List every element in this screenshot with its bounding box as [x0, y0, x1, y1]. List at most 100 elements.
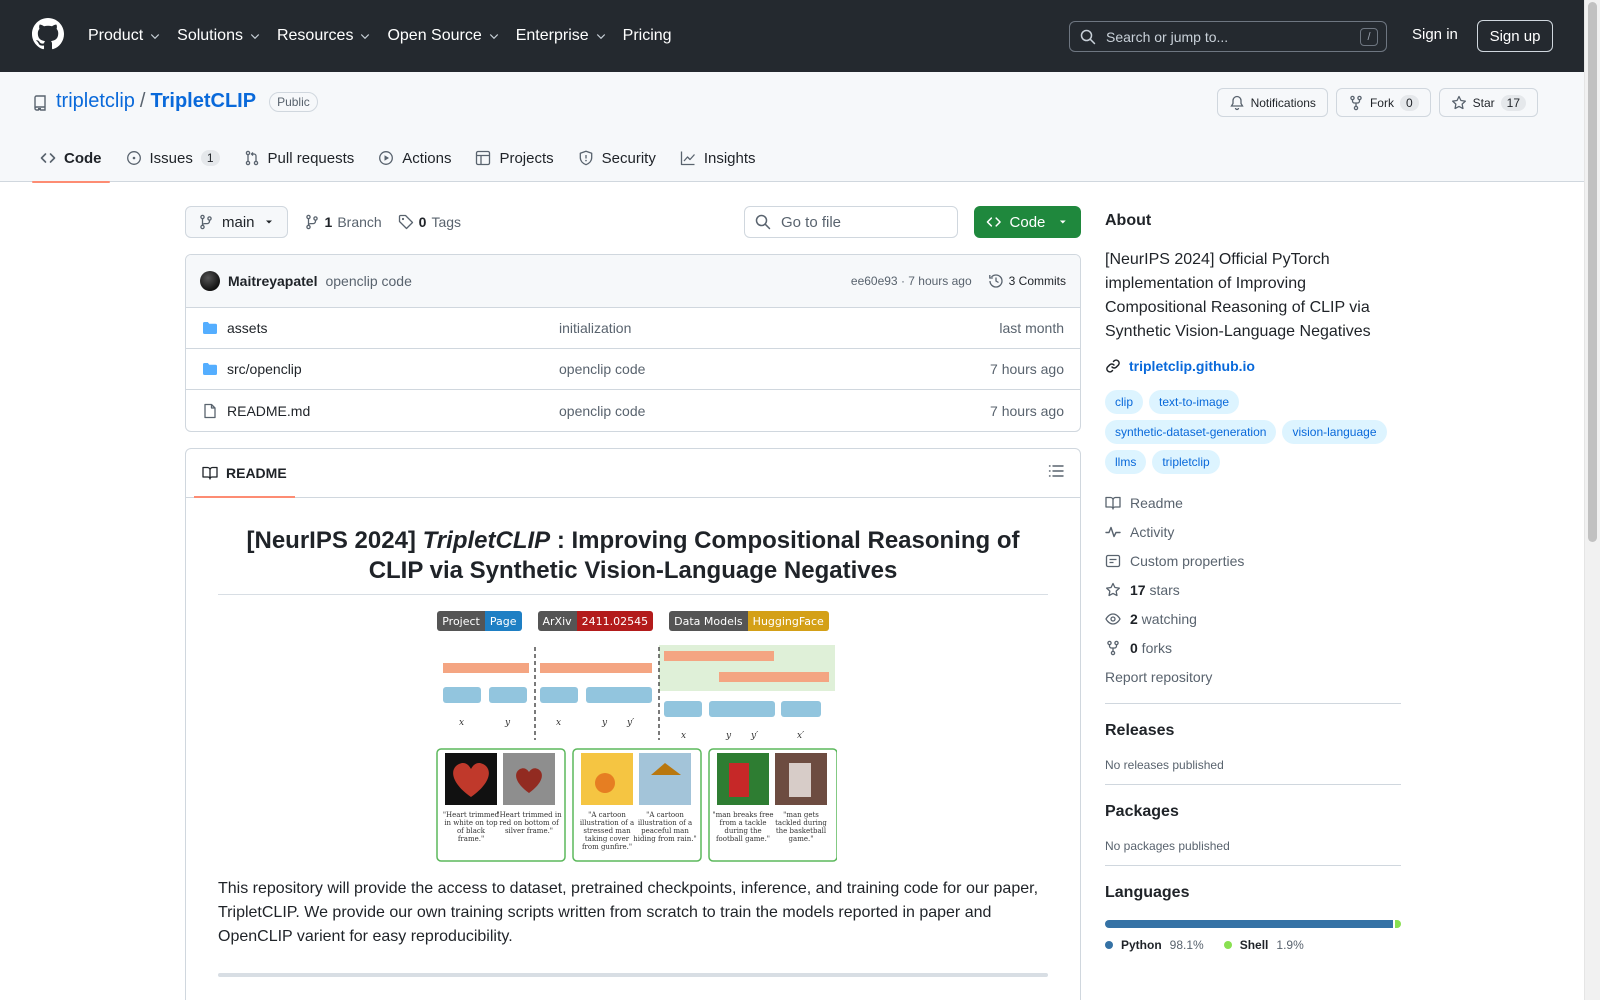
- packages-empty: No packages published: [1105, 839, 1230, 853]
- top-nav-label: Open Source: [387, 27, 482, 44]
- languages-section: Languages Python 98.1% Shell 1.9%: [1105, 865, 1401, 952]
- readme-tab[interactable]: README: [194, 449, 295, 498]
- about-links: Readme Activity Custom properties 17 stars 2…: [1105, 488, 1401, 662]
- tags-link[interactable]: 0 Tags: [398, 214, 461, 230]
- releases-section: Releases No releases published: [1105, 703, 1401, 772]
- tab-label: Actions: [402, 149, 452, 167]
- note-icon: [1105, 554, 1121, 567]
- about-link-eye[interactable]: 2 watching: [1105, 604, 1401, 633]
- languages-legend: Python 98.1% Shell 1.9%: [1105, 938, 1401, 952]
- commit-message[interactable]: openclip code: [325, 273, 411, 289]
- fork-icon: [1350, 95, 1362, 110]
- file-name-link[interactable]: assets: [227, 320, 559, 336]
- about-link-fork[interactable]: 0 forks: [1105, 633, 1401, 662]
- tab-code[interactable]: Code: [32, 134, 110, 183]
- tab-insights[interactable]: Insights: [672, 134, 764, 182]
- top-nav-item-resources[interactable]: Resources: [277, 20, 381, 52]
- scrollbar-thumb[interactable]: [1588, 2, 1597, 542]
- packages-heading[interactable]: Packages: [1105, 803, 1179, 820]
- search-input[interactable]: Search or jump to... /: [1069, 21, 1387, 52]
- readme-badge[interactable]: Project Page: [437, 611, 522, 631]
- repo-actions: Notifications Fork 0 Star 17: [1216, 88, 1538, 117]
- about-link-text: 17 stars: [1130, 582, 1180, 598]
- tab-issues[interactable]: Issues 1: [118, 134, 228, 182]
- link-icon: [1106, 359, 1120, 373]
- top-nav-item-open-source[interactable]: Open Source: [387, 20, 509, 52]
- bell-icon: [1229, 95, 1244, 110]
- about-link-book[interactable]: Readme: [1105, 488, 1401, 517]
- tab-projects[interactable]: Projects: [467, 134, 561, 182]
- about-link-note[interactable]: Custom properties: [1105, 546, 1401, 575]
- about-link-pulse[interactable]: Activity: [1105, 517, 1401, 546]
- homepage-link[interactable]: tripletclip.github.io: [1105, 358, 1401, 374]
- commits-history-link[interactable]: 3 Commits: [988, 273, 1066, 289]
- svg-text:the basketball: the basketball: [776, 827, 827, 835]
- branch-selector[interactable]: main: [185, 206, 288, 238]
- code-dropdown-button[interactable]: Code: [974, 206, 1081, 238]
- tab-actions[interactable]: Actions: [370, 134, 459, 182]
- languages-heading: Languages: [1105, 884, 1190, 901]
- svg-text:x: x: [459, 718, 464, 728]
- report-repository-link[interactable]: Report repository: [1105, 662, 1401, 691]
- sign-up-button[interactable]: Sign up: [1477, 20, 1553, 52]
- svg-text:"man gets: "man gets: [783, 811, 819, 819]
- about-link-label: Custom properties: [1130, 552, 1245, 569]
- topic-tag[interactable]: text-to-image: [1149, 390, 1240, 414]
- readme-badge[interactable]: ArXiv 2411.02545: [537, 611, 654, 631]
- list-icon[interactable]: [1048, 463, 1064, 479]
- file-name-link[interactable]: README.md: [227, 403, 559, 419]
- readme-title-prefix: [NeurIPS 2024]: [246, 527, 423, 554]
- top-nav-item-enterprise[interactable]: Enterprise: [516, 20, 617, 52]
- page-scrollbar[interactable]: [1584, 0, 1600, 1000]
- notifications-button[interactable]: Notifications: [1216, 88, 1328, 117]
- language-dot: [1223, 941, 1232, 949]
- language-item[interactable]: Python 98.1%: [1105, 938, 1204, 952]
- top-nav-item-pricing[interactable]: Pricing: [623, 20, 682, 52]
- file-commit-message[interactable]: openclip code: [559, 361, 990, 377]
- file-commit-message[interactable]: initialization: [559, 320, 999, 336]
- releases-heading[interactable]: Releases: [1105, 722, 1174, 739]
- caret-down-icon: [1060, 220, 1067, 224]
- topic-tag[interactable]: synthetic-dataset-generation: [1105, 420, 1277, 444]
- file-commit-age: 7 hours ago: [990, 361, 1064, 377]
- svg-text:"A cartoon: "A cartoon: [646, 811, 684, 819]
- topic-tag[interactable]: vision-language: [1282, 420, 1387, 444]
- top-nav-item-solutions[interactable]: Solutions: [177, 20, 271, 52]
- shield-icon: [579, 150, 593, 166]
- readme-tab-label: README: [226, 465, 287, 481]
- file-commit-message[interactable]: openclip code: [559, 403, 990, 419]
- star-button[interactable]: Star 17: [1438, 88, 1538, 117]
- readme-badge[interactable]: Data Models HuggingFace: [669, 611, 829, 631]
- packages-section: Packages No packages published: [1105, 784, 1401, 853]
- method-figure: xy x y y′ x y y′ x′ "Heart trimmed in wh…: [429, 645, 837, 865]
- tab-pull-requests[interactable]: Pull requests: [236, 134, 363, 182]
- commit-hash-time[interactable]: ee60e93 · 7 hours ago: [851, 274, 972, 288]
- file-name-link[interactable]: src/openclip: [227, 361, 559, 377]
- topic-tag[interactable]: llms: [1105, 450, 1147, 474]
- fork-button[interactable]: Fork 0: [1335, 88, 1431, 117]
- search-icon: [755, 214, 771, 230]
- branches-link[interactable]: 1 Branch: [304, 214, 382, 230]
- sign-in-link[interactable]: Sign in: [1412, 26, 1458, 43]
- repo-name-link[interactable]: TripletCLIP: [150, 90, 256, 113]
- badge-right-label: 2411.02545: [576, 611, 654, 631]
- commit-author[interactable]: Maitreyapatel: [228, 273, 317, 289]
- chevron-down-icon: [489, 34, 498, 40]
- topics-list: clip text-to-image synthetic-dataset-gener…: [1105, 390, 1401, 474]
- avatar[interactable]: [200, 271, 220, 291]
- svg-text:taking cover: taking cover: [585, 835, 630, 843]
- about-link-label: watching: [1137, 610, 1197, 627]
- top-nav-item-product[interactable]: Product: [88, 20, 171, 52]
- topic-tag[interactable]: tripletclip: [1152, 450, 1220, 474]
- topic-tag[interactable]: clip: [1105, 390, 1144, 414]
- github-logo-icon[interactable]: [32, 18, 64, 50]
- tab-security[interactable]: Security: [570, 134, 664, 182]
- about-link-label: forks: [1137, 639, 1173, 656]
- repo-owner-link[interactable]: tripletclip: [56, 90, 135, 113]
- chevron-down-icon: [150, 34, 160, 40]
- language-item[interactable]: Shell 1.9%: [1223, 938, 1304, 952]
- about-link-star[interactable]: 17 stars: [1105, 575, 1401, 604]
- code-icon: [986, 217, 1001, 227]
- go-to-file-input[interactable]: Go to file: [744, 206, 958, 238]
- branch-count: 1: [324, 214, 333, 230]
